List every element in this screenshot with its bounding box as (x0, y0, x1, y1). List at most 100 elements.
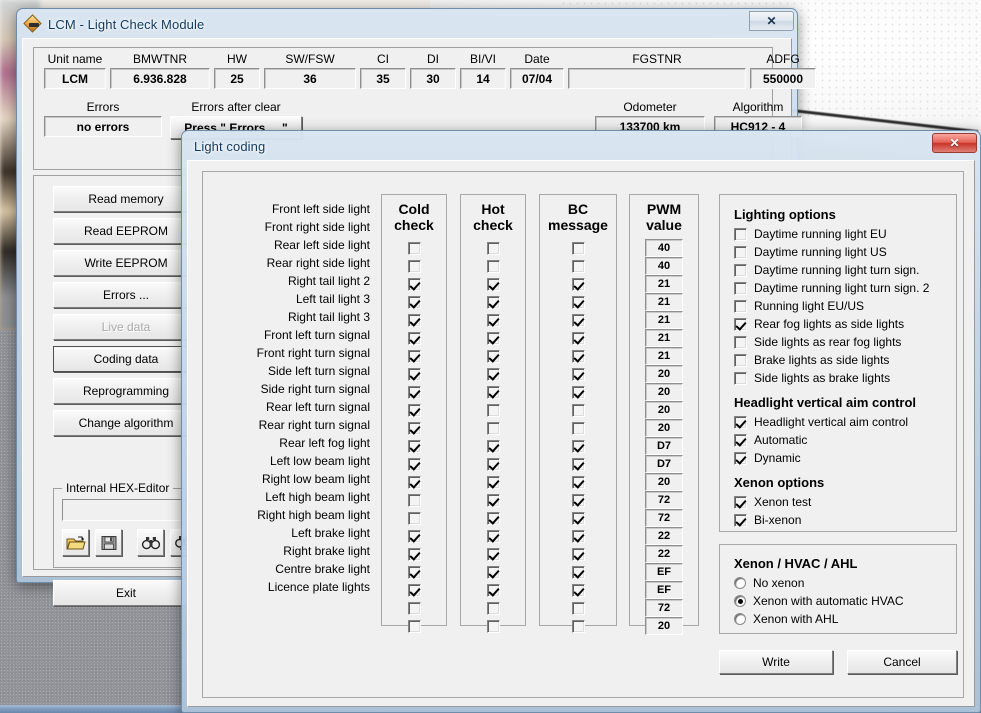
lighting-option-checkbox-1[interactable] (734, 227, 747, 241)
lighting-option-row[interactable]: Daytime running light EU (734, 225, 956, 243)
lighting-option-row[interactable]: Daytime running light turn sign. (734, 261, 956, 279)
pwm-value-9[interactable]: 20 (645, 383, 683, 401)
cold-check-21[interactable] (407, 601, 421, 615)
hot-check-22[interactable] (486, 619, 500, 633)
pwm-value-2[interactable]: 40 (645, 257, 683, 275)
pwm-value-17[interactable]: 22 (645, 527, 683, 545)
bc-check-3[interactable] (571, 277, 585, 291)
xenon-hvac-row[interactable]: Xenon with automatic HVAC (734, 592, 956, 610)
side-button-change-algorithm[interactable]: Change algorithm (53, 410, 199, 436)
hex-open-button[interactable] (62, 529, 89, 556)
light-coding-titlebar[interactable]: Light coding ✕ (182, 131, 980, 161)
hot-check-18[interactable] (486, 547, 500, 561)
cancel-button[interactable]: Cancel (847, 650, 957, 674)
hot-check-17[interactable] (486, 529, 500, 543)
cold-check-7[interactable] (407, 349, 421, 363)
pwm-value-21[interactable]: 72 (645, 599, 683, 617)
exit-button[interactable]: Exit (53, 580, 199, 606)
cold-check-22[interactable] (407, 619, 421, 633)
hot-check-4[interactable] (486, 295, 500, 309)
side-button-errors[interactable]: Errors ... (53, 282, 199, 308)
bc-check-16[interactable] (571, 511, 585, 525)
cold-check-5[interactable] (407, 313, 421, 327)
cold-check-1[interactable] (407, 241, 421, 255)
hot-check-21[interactable] (486, 601, 500, 615)
bc-check-6[interactable] (571, 331, 585, 345)
lighting-option-row[interactable]: Daytime running light turn sign. 2 (734, 279, 956, 297)
bc-check-12[interactable] (571, 439, 585, 453)
side-button-coding-data[interactable]: Coding data (53, 346, 199, 372)
side-button-read-memory[interactable]: Read memory (53, 186, 199, 212)
lighting-option-checkbox-7[interactable] (734, 335, 747, 349)
hex-save-button[interactable] (95, 529, 122, 556)
cold-check-12[interactable] (407, 439, 421, 453)
bc-check-14[interactable] (571, 475, 585, 489)
hot-check-9[interactable] (486, 385, 500, 399)
pwm-value-7[interactable]: 21 (645, 347, 683, 365)
pwm-value-19[interactable]: EF (645, 563, 683, 581)
hot-check-6[interactable] (486, 331, 500, 345)
bc-check-5[interactable] (571, 313, 585, 327)
aim-control-option-row[interactable]: Dynamic (734, 449, 956, 467)
lighting-option-row[interactable]: Brake lights as side lights (734, 351, 956, 369)
hot-check-7[interactable] (486, 349, 500, 363)
hot-check-19[interactable] (486, 565, 500, 579)
pwm-value-18[interactable]: 22 (645, 545, 683, 563)
lighting-option-row[interactable]: Rear fog lights as side lights (734, 315, 956, 333)
hex-editor-input[interactable] (62, 499, 190, 521)
xenon-hvac-row[interactable]: Xenon with AHL (734, 610, 956, 628)
bc-check-8[interactable] (571, 367, 585, 381)
hot-check-3[interactable] (486, 277, 500, 291)
xenon-option-checkbox-2[interactable] (734, 513, 747, 527)
bc-check-18[interactable] (571, 547, 585, 561)
cold-check-16[interactable] (407, 511, 421, 525)
hot-check-10[interactable] (486, 403, 500, 417)
bc-check-4[interactable] (571, 295, 585, 309)
hot-check-16[interactable] (486, 511, 500, 525)
pwm-value-16[interactable]: 72 (645, 509, 683, 527)
lighting-option-row[interactable]: Side lights as rear fog lights (734, 333, 956, 351)
cold-check-18[interactable] (407, 547, 421, 561)
bc-check-17[interactable] (571, 529, 585, 543)
pwm-value-4[interactable]: 21 (645, 293, 683, 311)
lighting-option-checkbox-6[interactable] (734, 317, 747, 331)
pwm-value-11[interactable]: 20 (645, 419, 683, 437)
pwm-value-10[interactable]: 20 (645, 401, 683, 419)
bc-check-22[interactable] (571, 619, 585, 633)
bc-check-20[interactable] (571, 583, 585, 597)
pwm-value-22[interactable]: 20 (645, 617, 683, 635)
cold-check-8[interactable] (407, 367, 421, 381)
side-button-write-eeprom[interactable]: Write EEPROM (53, 250, 199, 276)
bc-check-15[interactable] (571, 493, 585, 507)
cold-check-9[interactable] (407, 385, 421, 399)
lighting-option-checkbox-5[interactable] (734, 299, 747, 313)
bc-check-21[interactable] (571, 601, 585, 615)
pwm-value-8[interactable]: 20 (645, 365, 683, 383)
hex-find-button[interactable] (137, 529, 164, 556)
lcm-titlebar[interactable]: LCM - Light Check Module ✕ (17, 9, 797, 39)
hot-check-1[interactable] (486, 241, 500, 255)
hot-check-15[interactable] (486, 493, 500, 507)
bc-check-7[interactable] (571, 349, 585, 363)
bc-check-19[interactable] (571, 565, 585, 579)
xenon-hvac-row[interactable]: No xenon (734, 574, 956, 592)
lighting-option-row[interactable]: Daytime running light US (734, 243, 956, 261)
hot-check-14[interactable] (486, 475, 500, 489)
pwm-value-3[interactable]: 21 (645, 275, 683, 293)
side-button-reprogramming[interactable]: Reprogramming (53, 378, 199, 404)
pwm-value-12[interactable]: D7 (645, 437, 683, 455)
lighting-option-checkbox-9[interactable] (734, 371, 747, 385)
pwm-value-15[interactable]: 72 (645, 491, 683, 509)
xenon-hvac-radio-3[interactable] (734, 613, 746, 625)
cold-check-17[interactable] (407, 529, 421, 543)
cold-check-4[interactable] (407, 295, 421, 309)
pwm-value-20[interactable]: EF (645, 581, 683, 599)
bc-check-1[interactable] (571, 241, 585, 255)
hot-check-13[interactable] (486, 457, 500, 471)
lcm-close-button[interactable]: ✕ (749, 11, 794, 31)
pwm-value-14[interactable]: 20 (645, 473, 683, 491)
light-coding-close-button[interactable]: ✕ (932, 133, 977, 153)
aim-control-option-checkbox-3[interactable] (734, 451, 747, 465)
lighting-option-checkbox-8[interactable] (734, 353, 747, 367)
lighting-option-checkbox-2[interactable] (734, 245, 747, 259)
